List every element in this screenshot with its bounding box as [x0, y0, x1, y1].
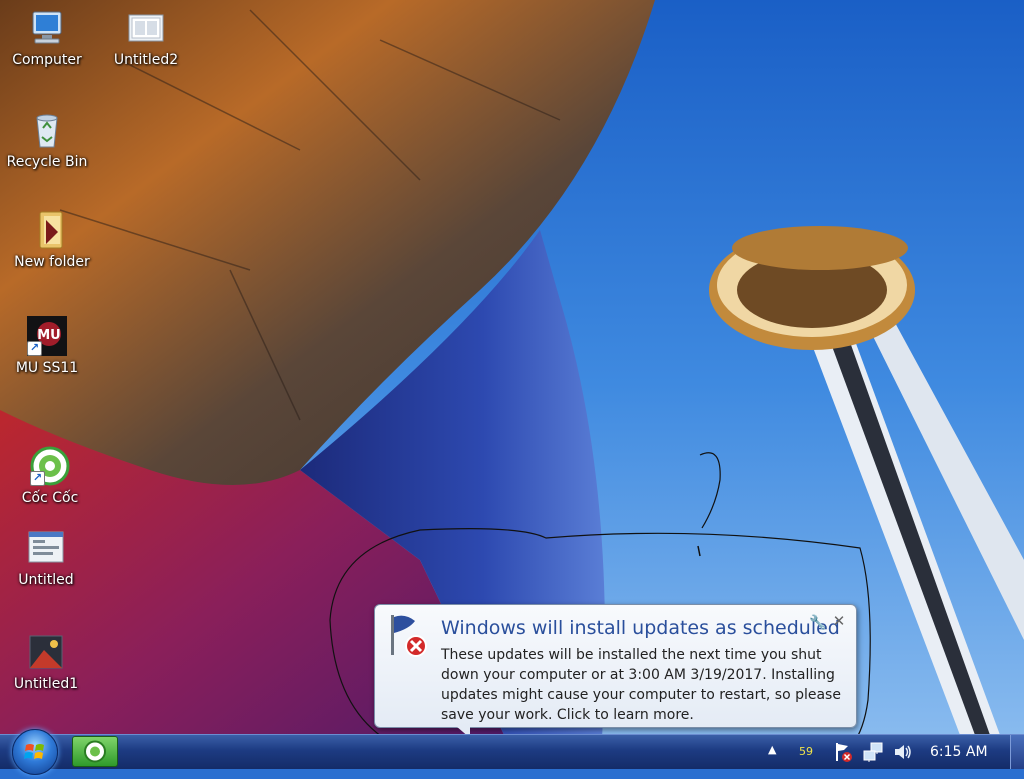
- desktop-icon-label: Untitled1: [13, 676, 79, 692]
- desktop-icon-label: Untitled: [18, 572, 74, 588]
- desktop-icon-untitled1[interactable]: Untitled1: [0, 632, 92, 693]
- desktop-icon-untitled[interactable]: Untitled: [0, 528, 92, 589]
- show-desktop-button[interactable]: [1010, 735, 1024, 769]
- windows-logo-icon: [24, 744, 44, 759]
- desktop-icon-mu-ss11[interactable]: MU ↗ MU SS11: [1, 316, 93, 377]
- desktop-icon-recycle-bin[interactable]: Recycle Bin: [1, 110, 93, 171]
- action-center-flag-icon[interactable]: [834, 741, 854, 763]
- desktop-icon-coc-coc[interactable]: ↗ Cốc Cốc: [4, 446, 96, 507]
- document-icon: [126, 8, 166, 48]
- desktop-icon-computer[interactable]: Computer: [1, 8, 93, 69]
- taskbar-clock[interactable]: 6:15 AM: [930, 744, 988, 760]
- network-icon[interactable]: [862, 741, 884, 763]
- notification-title: Windows will install updates as schedule…: [441, 617, 840, 639]
- taskbar: ▲ 59 6:15 AM: [0, 729, 1024, 775]
- desktop-icon-label: Untitled2: [113, 52, 179, 68]
- folder-icon: [32, 210, 72, 250]
- document-icon: [26, 632, 66, 672]
- shortcut-arrow-icon: ↗: [30, 471, 45, 486]
- mu-game-icon: MU ↗: [27, 316, 67, 356]
- notification-body[interactable]: These updates will be installed the next…: [441, 645, 847, 725]
- start-button[interactable]: [12, 729, 58, 775]
- update-notification-balloon[interactable]: Windows will install updates as schedule…: [374, 604, 857, 728]
- taskbar-coccoc-button[interactable]: [72, 736, 118, 767]
- desktop-icon-label: Recycle Bin: [6, 154, 88, 170]
- desktop-icon-label: New folder: [14, 254, 90, 270]
- coccoc-browser-icon: [84, 740, 106, 763]
- coccoc-browser-icon: ↗: [30, 446, 70, 486]
- document-icon: [26, 528, 66, 568]
- shortcut-arrow-icon: ↗: [27, 341, 42, 356]
- volume-icon[interactable]: [892, 741, 914, 763]
- desktop-icon-label: Computer: [12, 52, 82, 68]
- computer-icon: [27, 8, 67, 48]
- tray-counter[interactable]: 59: [799, 745, 813, 779]
- recycle-bin-icon: [27, 110, 67, 150]
- close-icon[interactable]: ✕: [831, 613, 847, 629]
- windows-update-flag-icon: [385, 613, 429, 659]
- wrench-icon[interactable]: 🔧: [809, 615, 826, 631]
- desktop-icon-new-folder[interactable]: New folder: [6, 210, 98, 271]
- desktop-icon-label: Cốc Cốc: [21, 490, 79, 506]
- desktop-icon-untitled2[interactable]: Untitled2: [100, 8, 192, 69]
- show-hidden-icons-icon[interactable]: ▲: [768, 743, 776, 777]
- desktop-icon-label: MU SS11: [15, 360, 79, 376]
